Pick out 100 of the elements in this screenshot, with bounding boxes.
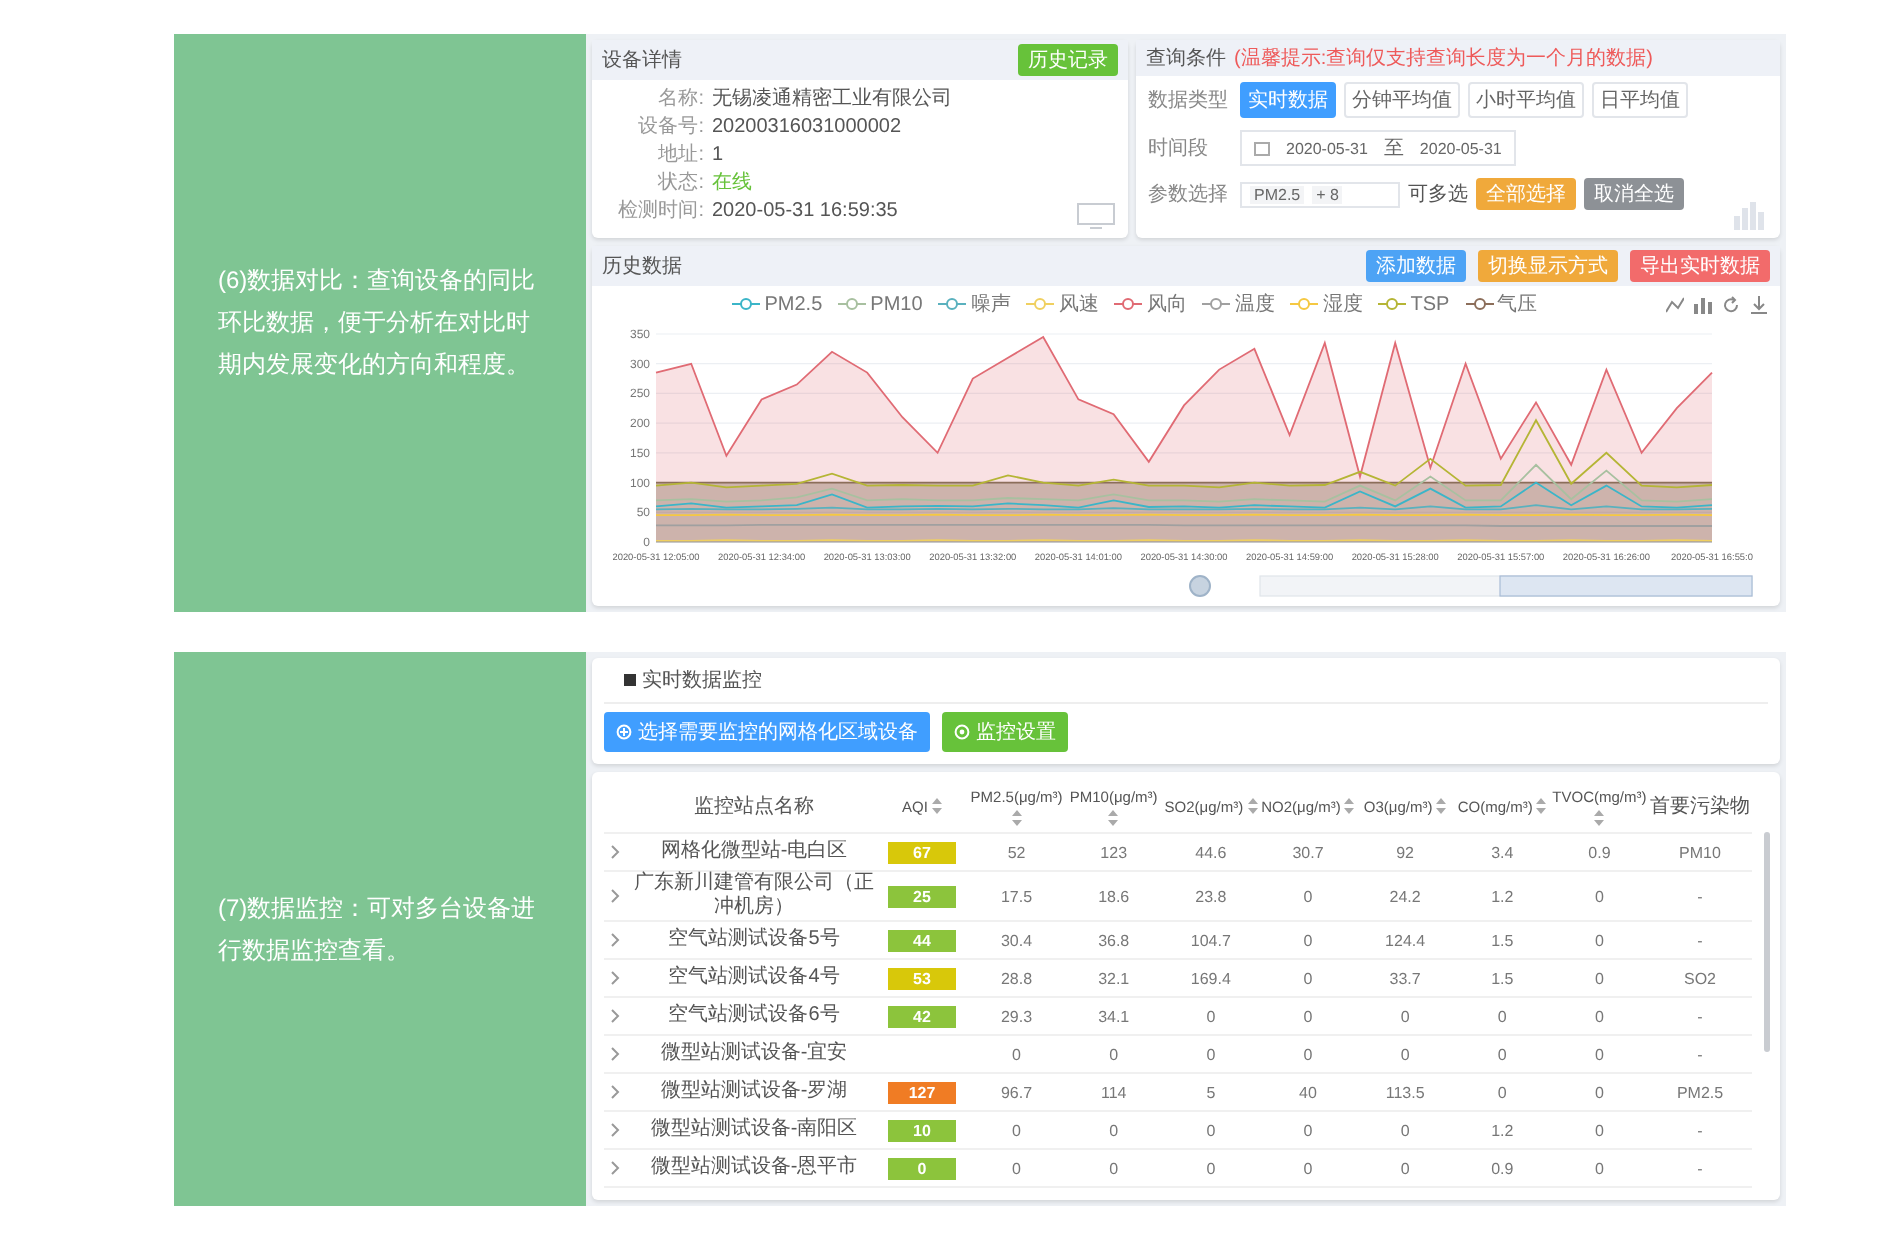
legend-label: 湿度	[1322, 291, 1363, 318]
action-button[interactable]: 导出实时数据	[1630, 250, 1770, 282]
data-type-option[interactable]: 分钟平均值	[1344, 82, 1460, 118]
legend-marker-icon[interactable]	[1378, 296, 1407, 312]
table-cell-text: 44.6	[1193, 843, 1229, 861]
table-cell-text: 40	[1297, 1083, 1319, 1101]
legend-marker-icon[interactable]	[1026, 296, 1055, 312]
sort-icon[interactable]	[1011, 809, 1022, 825]
table-cell-text: 30.7	[1290, 843, 1326, 861]
table-cell-text: 0	[1010, 1045, 1023, 1063]
sort-icon[interactable]	[931, 798, 942, 814]
chevron-icon[interactable]	[610, 1160, 620, 1176]
table-cell-text: 169.4	[1188, 969, 1233, 987]
avatar[interactable]	[1189, 575, 1211, 597]
sort-icon[interactable]	[1436, 798, 1447, 814]
table-cell-text: 0	[1301, 887, 1315, 905]
table-cell-text: 0.9	[1586, 843, 1613, 861]
table-cell-text: 124.4	[1383, 931, 1428, 949]
target-icon	[954, 724, 970, 740]
column-header: 监控站点名称	[694, 793, 814, 820]
table-cell-text: 0	[1592, 1159, 1606, 1177]
select-button[interactable]: 全部选择	[1476, 178, 1576, 210]
table-cell-text: 0	[1204, 1159, 1218, 1177]
table-cell-text: 0	[1592, 887, 1606, 905]
sort-icon[interactable]	[1108, 809, 1119, 825]
action-button[interactable]: 添加数据	[1366, 250, 1466, 282]
data-type-option[interactable]: 实时数据	[1240, 82, 1336, 118]
chevron-icon[interactable]	[610, 1008, 620, 1024]
field-label: 检测时间:	[616, 198, 704, 226]
field-label: 名称:	[656, 86, 704, 114]
line-chart-icon[interactable]	[1665, 295, 1684, 313]
action-button[interactable]: 切换显示方式	[1478, 250, 1618, 282]
table-cell-text: 0	[1301, 1045, 1315, 1063]
legend-marker-icon[interactable]	[732, 296, 761, 312]
aqi-badge: 42	[888, 1005, 956, 1027]
legend-marker-icon[interactable]	[1290, 296, 1319, 312]
data-type-option[interactable]: 小时平均值	[1468, 82, 1584, 118]
table-cell-text: 32.1	[1096, 969, 1132, 987]
chevron-icon[interactable]	[610, 1046, 620, 1062]
select-button[interactable]: 取消全选	[1584, 178, 1684, 210]
table-cell-text: 17.5	[998, 887, 1035, 905]
query-hint: (温馨提示:查询仅支持查询长度为一个月的数据)	[1234, 45, 1653, 72]
download-icon[interactable]	[1749, 295, 1768, 313]
monitor-icon	[1076, 202, 1116, 230]
table-cell-text: 0	[1592, 1007, 1606, 1025]
feature-caption: (6)数据对比：查询设备的同比环比数据，便于分析在对比时期内发展变化的方向和程度。	[218, 264, 538, 382]
legend-label: 噪声	[970, 291, 1011, 318]
parameter-select[interactable]: PM2.5 + 8	[1240, 181, 1400, 207]
table-cell-text: 0	[1107, 1121, 1121, 1139]
table-cell-text: 33.7	[1387, 969, 1423, 987]
legend-marker-icon[interactable]	[938, 296, 967, 312]
table-cell-text: 1.2	[1489, 1121, 1516, 1139]
refresh-icon[interactable]	[1721, 295, 1740, 313]
table-cell-text: 0	[1204, 1007, 1218, 1025]
chevron-icon[interactable]	[610, 888, 620, 904]
table-cell-text: PM2.5	[1674, 1083, 1726, 1101]
legend-label: PM10	[870, 293, 923, 315]
aqi-badge: 44	[888, 929, 956, 951]
table-cell-text: 0	[1010, 1159, 1023, 1177]
sort-icon[interactable]	[1247, 798, 1258, 814]
table-cell-text: 0	[1204, 1045, 1218, 1063]
plus-circle-icon	[616, 724, 632, 740]
legend-label: 风速	[1058, 291, 1099, 318]
monitor-button[interactable]: 选择需要监控的网格化区域设备	[604, 712, 930, 752]
table-cell-text: 1.2	[1489, 887, 1516, 905]
legend-marker-icon[interactable]	[1202, 296, 1231, 312]
range-separator: 至	[1383, 136, 1404, 162]
legend-label: 气压	[1497, 292, 1538, 318]
table-cell-text: 29.3	[998, 1007, 1035, 1025]
chevron-icon[interactable]	[610, 970, 620, 986]
date-range-field[interactable]: 2020-05-31 至 2020-05-31	[1240, 130, 1516, 166]
table-cell-text: 0	[1592, 1045, 1606, 1063]
table-cell-text: -	[1695, 887, 1705, 905]
chevron-icon[interactable]	[610, 932, 620, 948]
table-cell-text: 0	[1495, 1083, 1509, 1101]
table-cell-text: -	[1695, 1045, 1705, 1063]
chevron-icon[interactable]	[610, 844, 620, 860]
scrollbar[interactable]	[1764, 832, 1770, 1052]
history-button[interactable]: 历史记录	[1018, 44, 1118, 76]
table-cell-text: 0	[1204, 1121, 1218, 1139]
zoom-slider[interactable]	[1259, 575, 1753, 597]
legend-marker-icon[interactable]	[1465, 296, 1494, 312]
monitor-button[interactable]: 监控设置	[942, 712, 1068, 752]
chevron-icon[interactable]	[610, 1122, 620, 1138]
legend-marker-icon[interactable]	[1114, 296, 1143, 312]
table-cell-text: SO2	[1681, 969, 1718, 987]
aqi-badge: 10	[888, 1119, 956, 1141]
legend-marker-icon[interactable]	[838, 296, 867, 312]
table-cell-text: 0	[1301, 1121, 1315, 1139]
table-cell-text: 0	[1592, 931, 1606, 949]
card-title: 实时数据监控	[642, 667, 762, 694]
sort-icon[interactable]	[1594, 809, 1605, 825]
data-type-option[interactable]: 日平均值	[1592, 82, 1688, 118]
sort-icon[interactable]	[1536, 798, 1547, 814]
legend-label: 风向	[1146, 292, 1187, 318]
table-cell-text: 0	[1398, 1121, 1412, 1139]
chevron-icon[interactable]	[610, 1084, 620, 1100]
bar-chart-icon[interactable]	[1693, 295, 1712, 313]
sort-icon[interactable]	[1344, 798, 1355, 814]
table-cell-text: -	[1695, 1121, 1705, 1139]
